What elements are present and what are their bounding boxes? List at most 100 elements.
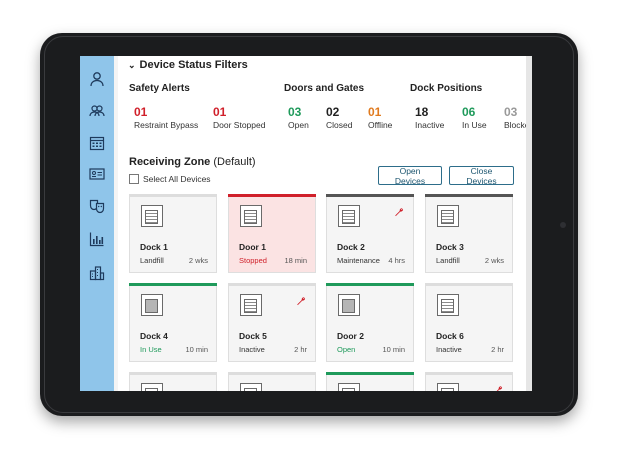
- select-all-checkbox[interactable]: [129, 174, 139, 184]
- dock-door-icon: [338, 294, 360, 316]
- device-card[interactable]: Dock 6 Inactive 2 hr: [425, 283, 513, 362]
- stat-open[interactable]: 03 Open: [288, 105, 309, 130]
- dock-door-icon: [338, 205, 360, 227]
- dock-door-icon: [338, 383, 360, 391]
- stat-count: 02: [326, 105, 340, 119]
- dock-positions-title: Dock Positions: [410, 83, 483, 94]
- masks-icon[interactable]: [87, 196, 107, 216]
- device-status: Stopped: [239, 256, 267, 265]
- stat-door-stopped[interactable]: 01 Door Stopped: [213, 105, 265, 130]
- device-card[interactable]: [425, 372, 513, 391]
- device-card[interactable]: [228, 372, 316, 391]
- dock-door-icon: [141, 383, 163, 391]
- device-name: Dock 2: [337, 242, 365, 252]
- device-name: Door 1: [239, 242, 266, 252]
- sidebar: [80, 56, 114, 391]
- device-status-bar: [326, 372, 414, 375]
- stat-count: 01: [213, 105, 227, 119]
- dock-door-icon: [240, 383, 262, 391]
- user-icon[interactable]: [87, 69, 107, 89]
- stat-offline[interactable]: 01 Offline: [368, 105, 392, 130]
- close-devices-button[interactable]: Close Devices: [449, 166, 514, 186]
- device-status: Inactive: [436, 345, 462, 354]
- chevron-down-icon: ⌄: [128, 60, 136, 70]
- device-status-bar: [129, 194, 217, 197]
- device-status: Open: [337, 345, 356, 354]
- device-card[interactable]: Dock 2 Maintenance 4 hrs: [326, 194, 414, 273]
- device-status-bar: [129, 372, 217, 375]
- wrench-icon: [493, 382, 503, 391]
- device-status-bar: [326, 194, 414, 197]
- stat-label: Door Stopped: [213, 120, 266, 130]
- select-all-devices[interactable]: Select All Devices: [129, 174, 211, 184]
- device-card[interactable]: Door 1 Stopped 18 min: [228, 194, 316, 273]
- device-time: 2 wks: [484, 256, 504, 265]
- device-status-bar: [228, 372, 316, 375]
- select-all-label: Select All Devices: [143, 174, 211, 184]
- device-time: 2 hr: [491, 345, 504, 354]
- stat-restraint-bypass[interactable]: 01 Restraint Bypass: [134, 105, 198, 130]
- dock-door-icon: [141, 205, 163, 227]
- stat-count: 03: [288, 105, 302, 119]
- id-card-icon[interactable]: [87, 164, 107, 184]
- zone-name: Receiving Zone: [129, 156, 211, 168]
- zone-title: Receiving Zone (Default): [129, 156, 256, 168]
- device-card[interactable]: [129, 372, 217, 391]
- device-time: 2 hr: [294, 345, 307, 354]
- device-status-bar: [425, 283, 513, 286]
- main-content: ⌄ Device Status Filters Safety Alerts Doo…: [118, 56, 526, 391]
- open-devices-button[interactable]: Open Devices: [378, 166, 442, 186]
- stat-label: Restraint Bypass: [134, 120, 199, 130]
- device-name: Dock 6: [436, 331, 464, 341]
- device-name: Dock 1: [140, 242, 168, 252]
- stat-in-use[interactable]: 06 In Use: [462, 105, 487, 130]
- stat-inactive[interactable]: 18 Inactive: [415, 105, 444, 130]
- stat-label: Open: [288, 120, 309, 130]
- calendar-icon[interactable]: [87, 133, 107, 153]
- stat-label: Blocked: [504, 120, 526, 130]
- device-card[interactable]: Dock 5 Inactive 2 hr: [228, 283, 316, 362]
- device-card[interactable]: Dock 4 In Use 10 min: [129, 283, 217, 362]
- stat-label: Closed: [326, 120, 353, 130]
- device-status: Landfill: [140, 256, 164, 265]
- device-time: 18 min: [284, 256, 307, 265]
- scrollbar[interactable]: [526, 56, 532, 391]
- device-name: Dock 5: [239, 331, 267, 341]
- device-card[interactable]: Dock 1 Landfill 2 wks: [129, 194, 217, 273]
- stat-count: 01: [368, 105, 382, 119]
- device-status-bar: [326, 283, 414, 286]
- device-card[interactable]: [326, 372, 414, 391]
- device-status: Inactive: [239, 345, 265, 354]
- wrench-icon: [296, 293, 306, 311]
- filters-toggle[interactable]: ⌄ Device Status Filters: [128, 59, 248, 71]
- stat-count: 03: [504, 105, 518, 119]
- device-card[interactable]: Dock 3 Landfill 2 wks: [425, 194, 513, 273]
- stat-blocked[interactable]: 03Blocked: [504, 105, 526, 130]
- device-status-bar: [425, 194, 513, 197]
- device-card[interactable]: Door 2 Open 10 min: [326, 283, 414, 362]
- users-icon[interactable]: [87, 101, 107, 121]
- device-time: 10 min: [185, 345, 208, 354]
- dock-door-icon: [437, 383, 459, 391]
- dock-door-icon: [240, 294, 262, 316]
- bar-chart-icon[interactable]: [87, 229, 107, 249]
- dock-door-icon: [141, 294, 163, 316]
- buildings-icon[interactable]: [87, 263, 107, 283]
- dock-door-icon: [240, 205, 262, 227]
- device-name: Door 2: [337, 331, 364, 341]
- dock-door-icon: [437, 294, 459, 316]
- stat-count: 01: [134, 105, 148, 119]
- device-status-bar: [129, 283, 217, 286]
- device-status-bar: [228, 194, 316, 197]
- stat-closed[interactable]: 02 Closed: [326, 105, 352, 130]
- safety-alerts-title: Safety Alerts: [129, 83, 190, 94]
- device-status-bar: [425, 372, 513, 375]
- stat-count: 06: [462, 105, 476, 119]
- device-status: Landfill: [436, 256, 460, 265]
- wrench-icon: [394, 204, 404, 222]
- device-time: 4 hrs: [388, 256, 405, 265]
- tablet-camera: [560, 222, 566, 228]
- device-status: In Use: [140, 345, 162, 354]
- device-status: Maintenance: [337, 256, 380, 265]
- stat-count: 18: [415, 105, 429, 119]
